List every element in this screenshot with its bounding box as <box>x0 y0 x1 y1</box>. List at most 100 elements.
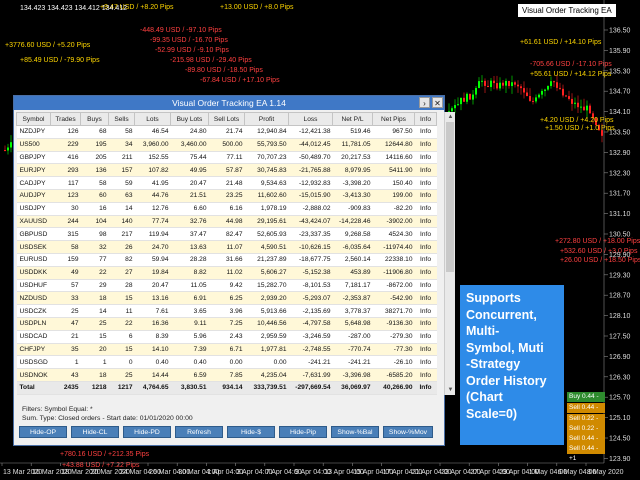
candle-body <box>586 105 588 111</box>
column-header[interactable]: Symbol <box>16 112 51 126</box>
table-cell: 16.36 <box>134 317 171 331</box>
info-link[interactable]: Info <box>414 330 437 344</box>
table-cell: 0.40 <box>170 355 209 370</box>
info-link[interactable]: Info <box>414 215 437 229</box>
table-cell: 12.76 <box>134 202 171 216</box>
column-header[interactable]: Trades <box>50 112 81 126</box>
column-header[interactable]: Net Pips <box>372 112 415 126</box>
info-link[interactable]: Info <box>414 317 437 331</box>
table-cell: -770.74 <box>332 343 373 357</box>
table-cell: -3,398.20 <box>332 176 373 190</box>
table-cell: 9,268.58 <box>332 227 373 242</box>
table-row: USDSGD 1 1 0 0.40 0.40 0.00 0.00 -241.21 -241.21-… <box>16 355 437 370</box>
table-cell: 63 <box>108 189 135 203</box>
table-cell: 9,534.63 <box>244 176 289 190</box>
table-row: EURUSD 159 77 82 59.94 28.28 31.66 21,237.89 -18… <box>16 253 437 267</box>
price-tick-label: 135.90 <box>609 48 631 55</box>
table-scrollbar[interactable]: ▲ ▼ <box>444 112 455 395</box>
expand-icon[interactable]: › <box>419 97 430 108</box>
candle-body <box>7 147 9 151</box>
table-cell: -5,293.07 <box>288 291 333 306</box>
info-link[interactable]: Info <box>414 240 437 254</box>
column-header[interactable]: Buys <box>80 112 109 126</box>
scroll-down-icon[interactable]: ▼ <box>445 385 456 395</box>
info-link[interactable]: Info <box>414 227 437 242</box>
column-header[interactable]: Lots <box>134 112 171 126</box>
symbol-cell: USDSGD <box>16 355 51 370</box>
table-cell: -8,101.53 <box>288 279 333 293</box>
column-header[interactable]: Sells <box>108 112 135 126</box>
column-header[interactable]: Sell Lots <box>208 112 245 126</box>
info-link[interactable]: Info <box>414 189 437 203</box>
column-header[interactable]: Buy Lots <box>170 112 209 126</box>
table-cell: 6.71 <box>208 343 245 357</box>
table-row: CADJPY 117 58 59 41.95 20.47 21.48 9,534.63 -12,… <box>16 176 437 190</box>
info-link[interactable]: Info <box>414 343 437 357</box>
table-row: USDSEK 58 32 26 24.70 13.63 11.07 4,590.51 -10,6… <box>16 240 437 254</box>
info-link[interactable]: Info <box>414 202 437 216</box>
candle-body <box>460 97 462 105</box>
table-cell: 159 <box>50 253 81 267</box>
hide-op-button[interactable]: Hide-OP <box>19 426 67 438</box>
table-cell: -909.83 <box>332 202 373 216</box>
table-cell: 26 <box>108 240 135 254</box>
show-pct-mov-button[interactable]: Show-%Mov <box>383 426 433 438</box>
table-cell: -241.21 <box>288 355 333 370</box>
trade-annotation-label: -215.98 USD / -29.40 Pips <box>170 57 252 64</box>
hide-pip-button[interactable]: Hide-Pip <box>279 426 327 438</box>
table-cell: 117 <box>50 176 81 190</box>
info-link[interactable]: Info <box>414 138 437 152</box>
info-link[interactable]: Info <box>414 291 437 306</box>
hide-pd-button[interactable]: Hide-PD <box>123 426 171 438</box>
column-header[interactable]: Loss <box>288 112 333 126</box>
table-cell: 38271.70 <box>372 304 415 318</box>
scrollbar-thumb[interactable] <box>446 122 454 272</box>
table-row: EURJPY 293 136 157 107.82 49.95 57.87 30,745.83… <box>16 163 437 178</box>
info-link[interactable]: Info <box>414 279 437 293</box>
price-tick-label: 131.70 <box>609 191 631 198</box>
info-link[interactable]: Info <box>414 176 437 190</box>
info-link[interactable]: Info <box>414 253 437 267</box>
table-cell: 23.25 <box>208 189 245 203</box>
close-icon[interactable]: ✕ <box>432 97 443 108</box>
price-tick-label: 126.30 <box>609 374 631 381</box>
symbol-cell: NZDJPY <box>16 125 51 139</box>
scroll-up-icon[interactable]: ▲ <box>445 112 456 122</box>
table-cell: 333,739.51 <box>244 380 289 395</box>
info-link[interactable]: Info <box>414 355 437 370</box>
table-cell: 315 <box>50 227 81 242</box>
info-link[interactable]: Info <box>414 380 437 395</box>
table-cell: 37.47 <box>170 227 209 242</box>
column-header[interactable]: Profit <box>244 112 289 126</box>
info-link[interactable]: Info <box>414 163 437 178</box>
symbol-cell: CADJPY <box>16 176 51 190</box>
hide-dollar-button[interactable]: Hide-$ <box>227 426 275 438</box>
table-cell: 15 <box>108 343 135 357</box>
column-header[interactable]: Net P/L <box>332 112 373 126</box>
chart-title-label: Visual Order Tracking EA <box>518 4 616 17</box>
table-row: USDPLN 47 25 22 16.36 9.11 7.25 10,446.56 -4,797… <box>16 317 437 331</box>
table-cell: 19.84 <box>134 266 171 280</box>
table-cell: 244 <box>50 215 81 229</box>
price-tick-label: 135.30 <box>609 68 631 75</box>
panel-titlebar[interactable]: Visual Order Tracking EA 1.14 › ✕ <box>14 96 444 110</box>
candle-body <box>463 97 465 102</box>
info-link[interactable]: Info <box>414 266 437 280</box>
info-link[interactable]: Info <box>414 125 437 139</box>
table-header-row: Symbol Trades Buys Sells Lots Buy Lots Sell Lo… <box>16 112 437 126</box>
table-cell: 293 <box>50 163 81 178</box>
price-tick-label: 129.30 <box>609 272 631 279</box>
info-link[interactable]: Info <box>414 151 437 165</box>
total-row: Total 2435 1218 1217 4,764.65 3,830.51 934.14 3… <box>16 380 437 395</box>
hide-cl-button[interactable]: Hide-CL <box>71 426 119 438</box>
info-link[interactable]: Info <box>414 368 437 382</box>
column-header[interactable]: Info <box>414 112 437 126</box>
table-cell: 119.94 <box>134 227 171 242</box>
table-row: XAUUSD 244 104 140 77.74 32.76 44.98 29,195.61-… <box>16 215 437 229</box>
refresh-button[interactable]: Refresh <box>175 426 223 438</box>
table-cell: -14,228.46 <box>332 215 373 229</box>
show-pct-bal-button[interactable]: Show-%Bal <box>331 426 379 438</box>
trade-annotation-label: +272.80 USD / +18.00 Pips <box>555 238 640 245</box>
info-link[interactable]: Info <box>414 304 437 318</box>
price-tick-label: 125.10 <box>609 415 631 422</box>
